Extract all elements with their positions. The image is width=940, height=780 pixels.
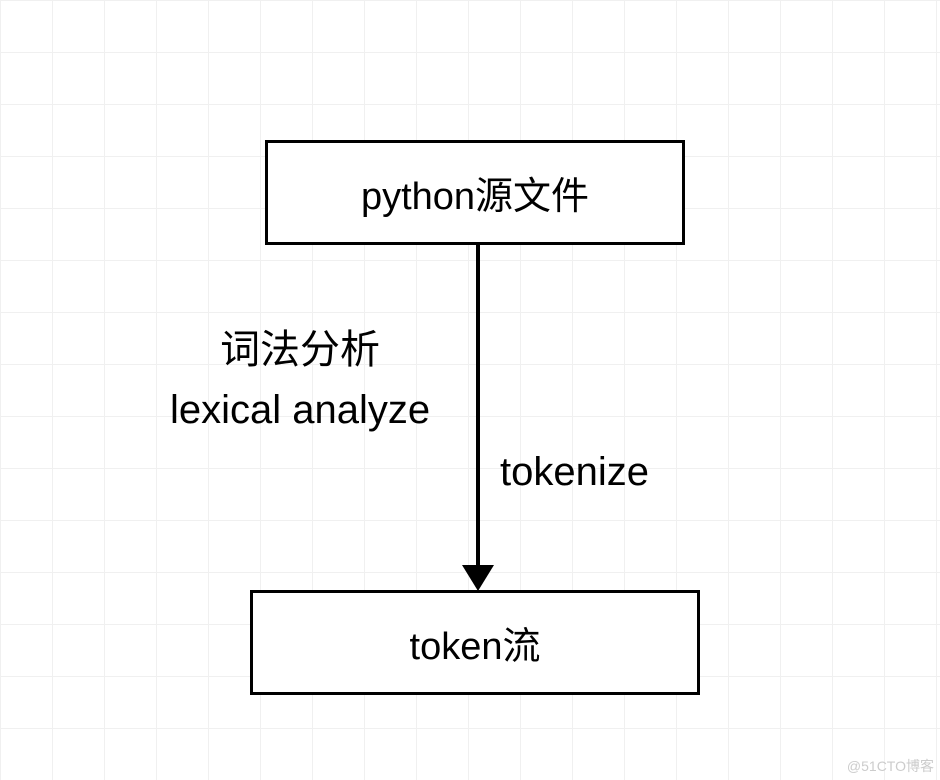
edge-label-left-line1: 词法分析 [170, 320, 430, 380]
node-source-file: python源文件 [265, 140, 685, 245]
edge-label-left-line2: lexical analyze [170, 380, 430, 440]
node-token-stream: token流 [250, 590, 700, 695]
node-token-stream-label: token流 [410, 615, 541, 670]
arrow-head-icon [462, 565, 494, 591]
edge-label-left: 词法分析 lexical analyze [170, 320, 430, 440]
watermark-text: @51CTO博客 [847, 756, 934, 776]
arrow-shaft [476, 245, 480, 573]
node-source-file-label: python源文件 [361, 165, 589, 220]
edge-label-right: tokenize [500, 450, 649, 495]
